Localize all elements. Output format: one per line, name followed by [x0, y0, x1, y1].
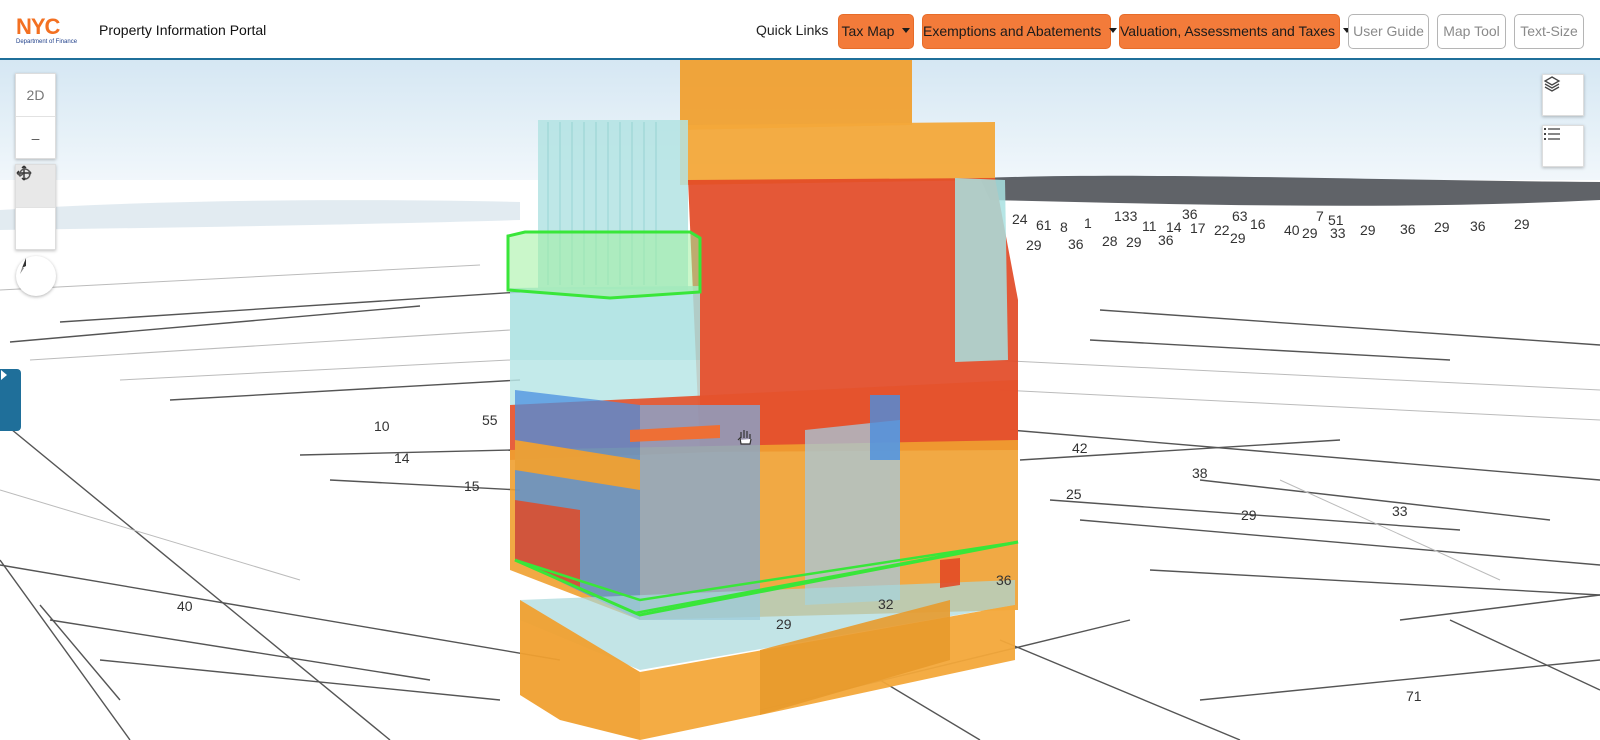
text-size-button[interactable]: Text-Size — [1514, 14, 1584, 49]
lot-label: 29 — [1302, 225, 1318, 241]
lot-label: 32 — [878, 596, 894, 612]
layers-button[interactable] — [1542, 74, 1584, 116]
lot-label: 29 — [1360, 222, 1376, 238]
lot-label: 15 — [464, 478, 480, 494]
lot-label: 1 — [1084, 215, 1092, 231]
caret-down-icon — [902, 27, 911, 33]
lot-label: 16 — [1250, 216, 1266, 232]
layers-icon — [1543, 76, 1561, 92]
lot-label: 61 — [1036, 217, 1052, 233]
lot-label: 8 — [1060, 219, 1068, 235]
lot-label: 7 — [1316, 208, 1324, 224]
map-canvas[interactable]: 24 61 8 1 133 36 11 14 17 22 63 16 7 51 … — [0, 60, 1600, 740]
lot-label: 14 — [394, 450, 410, 466]
lot-label: 36 — [1400, 221, 1416, 237]
navigation-mode-controls — [15, 164, 56, 250]
lot-label: 63 — [1232, 208, 1248, 224]
lot-label: 25 — [1066, 486, 1082, 502]
list-icon — [1544, 128, 1560, 140]
legend-button[interactable] — [1542, 125, 1584, 167]
lot-label: 36 — [996, 572, 1012, 588]
rotate-icon — [17, 168, 31, 180]
logo-subtitle: Department of Finance — [16, 39, 78, 45]
quick-links-label: Quick Links — [756, 22, 829, 38]
compass-button[interactable] — [16, 256, 56, 296]
lot-label: 22 — [1214, 222, 1230, 238]
lot-label: 36 — [1470, 218, 1486, 234]
map-tool-button[interactable]: Map Tool — [1437, 14, 1506, 49]
lot-label: 29 — [1230, 230, 1246, 246]
building-3d-model[interactable] — [510, 60, 1018, 740]
exemptions-menu[interactable]: Exemptions and Abatements — [922, 14, 1118, 49]
lot-label: 36 — [1068, 236, 1084, 252]
valuation-menu[interactable]: Valuation, Assessments and Taxes — [1119, 14, 1352, 49]
3d-map-viewport[interactable]: 24 61 8 1 133 36 11 14 17 22 63 16 7 51 … — [0, 60, 1600, 740]
user-guide-button[interactable]: User Guide — [1348, 14, 1429, 49]
rotate-button[interactable] — [16, 168, 55, 249]
lot-label: 71 — [1406, 688, 1422, 704]
nyc-finance-logo[interactable]: NYC Department of Finance — [16, 16, 88, 48]
lot-label: 11 — [1142, 218, 1157, 234]
exemptions-label: Exemptions and Abatements — [923, 23, 1102, 39]
top-navbar: NYC Department of Finance Property Infor… — [0, 0, 1600, 60]
logo-text: NYC — [16, 14, 60, 39]
valuation-label: Valuation, Assessments and Taxes — [1120, 23, 1336, 39]
2d-toggle-button[interactable]: 2D — [16, 74, 55, 116]
lot-label: 29 — [1026, 237, 1042, 253]
caret-down-icon — [1109, 27, 1118, 33]
lot-label: 40 — [1284, 222, 1300, 238]
lot-label: 24 — [1012, 211, 1028, 227]
view-controls: 2D – — [15, 73, 56, 159]
zoom-out-button[interactable]: – — [16, 116, 55, 158]
portal-title: Property Information Portal — [99, 22, 267, 38]
compass-icon — [20, 258, 26, 274]
side-panel-toggle[interactable] — [0, 369, 21, 431]
lot-label: 10 — [374, 418, 390, 434]
lot-label: 29 — [1126, 234, 1142, 250]
lot-label: 36 — [1158, 232, 1174, 248]
lot-label: 17 — [1190, 220, 1206, 236]
chevron-right-icon — [1, 370, 7, 380]
lot-label: 28 — [1102, 233, 1118, 249]
tax-map-label: Tax Map — [841, 23, 895, 39]
lot-label: 29 — [1434, 219, 1450, 235]
lot-label: 42 — [1072, 440, 1088, 456]
lot-label: 29 — [1514, 216, 1530, 232]
lot-label: 133 — [1114, 208, 1138, 224]
lot-label: 40 — [177, 598, 193, 614]
lot-label: 33 — [1392, 503, 1408, 519]
tax-map-menu[interactable]: Tax Map — [838, 14, 914, 49]
lot-label: 29 — [1241, 507, 1257, 523]
lot-label: 55 — [482, 412, 498, 428]
lot-label: 33 — [1330, 225, 1346, 241]
lot-label: 29 — [776, 616, 792, 632]
lot-label: 38 — [1192, 465, 1208, 481]
